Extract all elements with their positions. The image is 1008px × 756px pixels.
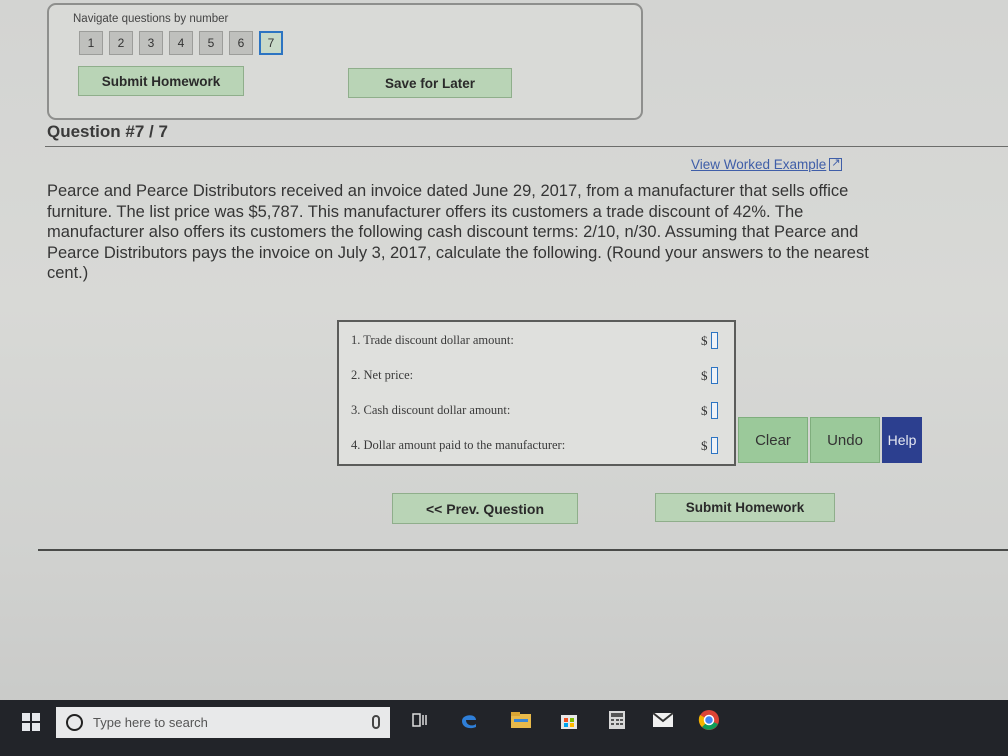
- question-number-1[interactable]: 1: [79, 31, 103, 55]
- calculator-icon[interactable]: [606, 709, 628, 731]
- cash-discount-input[interactable]: [711, 402, 718, 419]
- question-number-6[interactable]: 6: [229, 31, 253, 55]
- divider: [45, 146, 1008, 147]
- clear-button[interactable]: Clear: [738, 417, 808, 463]
- amount-paid-input[interactable]: [711, 437, 718, 454]
- answer-label-cash-discount: 3. Cash discount dollar amount:: [351, 403, 511, 417]
- windows-icon[interactable]: [22, 713, 40, 731]
- answer-label-amount-paid: 4. Dollar amount paid to the manufacture…: [351, 438, 566, 452]
- undo-button[interactable]: Undo: [810, 417, 880, 463]
- taskbar: Type here to search: [0, 700, 1008, 756]
- submit-homework-button[interactable]: Submit Homework: [655, 493, 835, 522]
- dollar-sign: $: [701, 402, 708, 418]
- microphone-icon[interactable]: [372, 715, 380, 729]
- question-text: Pearce and Pearce Distributors received …: [47, 182, 869, 282]
- answer-label-trade-discount: 1. Trade discount dollar amount:: [351, 333, 514, 347]
- help-button[interactable]: Help: [882, 417, 922, 463]
- external-link-icon: [829, 156, 843, 171]
- mail-icon[interactable]: [652, 709, 674, 731]
- dollar-sign: $: [701, 332, 708, 348]
- cortana-circle-icon: [66, 714, 83, 731]
- task-view-icon[interactable]: [410, 709, 432, 731]
- store-icon[interactable]: [558, 709, 580, 731]
- navigate-label: Navigate questions by number: [73, 13, 229, 25]
- question-number-5[interactable]: 5: [199, 31, 223, 55]
- dollar-sign: $: [701, 437, 708, 453]
- dollar-sign: $: [701, 367, 708, 383]
- chrome-icon[interactable]: [698, 709, 720, 731]
- submit-homework-button-top[interactable]: Submit Homework: [78, 66, 244, 96]
- save-for-later-button[interactable]: Save for Later: [348, 68, 512, 98]
- question-number-list: 1 2 3 4 5 6 7: [79, 31, 283, 55]
- net-price-input[interactable]: [711, 367, 718, 384]
- search-placeholder: Type here to search: [93, 715, 208, 730]
- file-explorer-icon[interactable]: [510, 709, 532, 731]
- answer-row: 4. Dollar amount paid to the manufacture…: [339, 428, 734, 463]
- view-worked-example-label: View Worked Example: [691, 157, 827, 172]
- answer-row: 2. Net price: $: [339, 358, 734, 393]
- divider: [38, 549, 1008, 551]
- prev-question-button[interactable]: << Prev. Question: [392, 493, 578, 524]
- answer-table: 1. Trade discount dollar amount: $ 2. Ne…: [337, 320, 736, 466]
- edge-icon[interactable]: [458, 709, 480, 731]
- navigate-panel: Navigate questions by number 1 2 3 4 5 6…: [47, 3, 643, 120]
- trade-discount-input[interactable]: [711, 332, 718, 349]
- question-number-4[interactable]: 4: [169, 31, 193, 55]
- question-number-3[interactable]: 3: [139, 31, 163, 55]
- answer-label-net-price: 2. Net price:: [351, 368, 414, 382]
- answer-row: 3. Cash discount dollar amount: $: [339, 393, 734, 428]
- question-title: Question #7 / 7: [47, 122, 168, 141]
- answer-row: 1. Trade discount dollar amount: $: [339, 323, 734, 358]
- taskbar-search-box[interactable]: Type here to search: [56, 707, 390, 738]
- question-number-2[interactable]: 2: [109, 31, 133, 55]
- view-worked-example-link[interactable]: View Worked Example: [691, 156, 843, 172]
- question-number-7[interactable]: 7: [259, 31, 283, 55]
